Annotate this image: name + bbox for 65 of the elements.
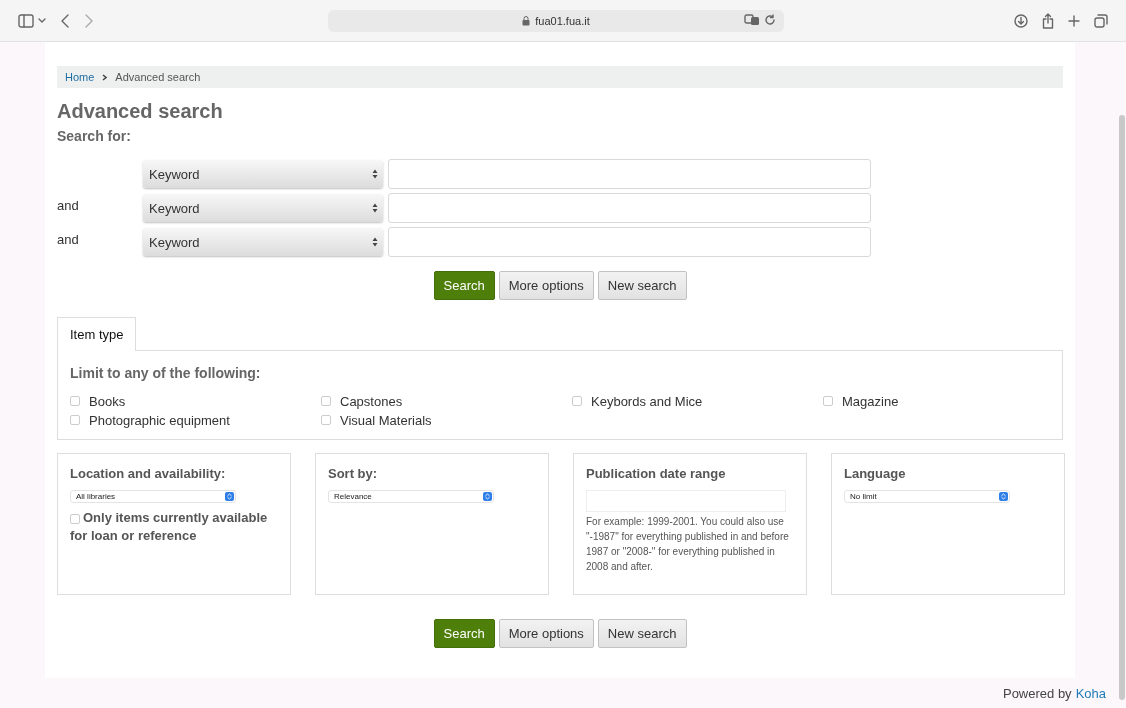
panel-heading: Publication date range <box>586 466 727 483</box>
checkbox[interactable] <box>70 396 80 406</box>
plus-icon[interactable] <box>1068 14 1080 27</box>
date-range-hint: For example: 1999-2001. You could also use "-1987" for everything published in and before 1987 or "2008-" for everything published in 2008 and after. <box>586 515 790 574</box>
search-button[interactable]: Search <box>433 271 495 300</box>
checkbox-label[interactable]: Magazine <box>842 393 899 409</box>
search-for-label: Search for: <box>57 128 132 146</box>
checkbox-label[interactable]: Photographic equipment <box>89 412 230 428</box>
checkbox[interactable] <box>823 396 833 406</box>
panel-heading: Sort by: <box>328 466 379 483</box>
panel-heading: Language <box>844 466 907 483</box>
tabs-icon[interactable] <box>1094 13 1108 28</box>
dropdown-knob-icon <box>225 492 234 501</box>
secondary-button[interactable]: More options <box>498 271 594 300</box>
dropdown-knob-icon <box>999 492 1008 501</box>
updown-arrows-icon <box>372 237 378 247</box>
search-input[interactable] <box>388 227 871 257</box>
operator-label: and <box>57 232 79 247</box>
download-icon[interactable] <box>1014 13 1028 28</box>
tab[interactable]: Item type <box>57 317 137 351</box>
share-icon[interactable] <box>1042 12 1054 29</box>
checkbox-label[interactable]: Keybords and Mice <box>591 393 703 409</box>
updown-arrows-icon <box>372 203 378 213</box>
secondary-button[interactable]: New search <box>597 271 687 300</box>
checkbox[interactable] <box>321 415 331 425</box>
checkbox-label[interactable]: Books <box>89 393 126 409</box>
updown-arrows-icon <box>372 169 378 179</box>
sidebar-icon[interactable] <box>18 13 34 28</box>
field-select[interactable]: Keyword <box>143 194 383 222</box>
search-button[interactable]: Search <box>433 619 495 648</box>
scrollbar-thumb[interactable] <box>1119 115 1125 700</box>
url-text: fua01.fua.it <box>535 14 590 27</box>
field-select[interactable]: Keyword <box>143 160 383 188</box>
lock-icon <box>522 15 531 26</box>
search-input[interactable] <box>388 193 871 223</box>
checkbox-label[interactable]: Visual Materials <box>340 412 432 428</box>
breadcrumb-link[interactable]: Home <box>65 71 95 83</box>
library-select[interactable]: All libraries <box>70 490 236 503</box>
reload-icon[interactable] <box>764 13 776 26</box>
limit-heading: Limit to any of the following: <box>70 365 262 383</box>
secondary-button[interactable]: New search <box>597 619 687 648</box>
field-select[interactable]: Keyword <box>143 228 383 256</box>
secondary-button[interactable]: More options <box>498 619 594 648</box>
language-select[interactable]: No limit <box>844 490 1010 503</box>
checkbox[interactable] <box>321 396 331 406</box>
search-input[interactable] <box>388 159 871 189</box>
dropdown-knob-icon <box>483 492 492 501</box>
checkbox-label[interactable]: Only items currently available for loan or reference <box>70 509 278 545</box>
footer-link[interactable]: Koha <box>1075 686 1106 701</box>
checkbox[interactable] <box>70 514 80 524</box>
breadcrumb-current: Advanced search <box>115 71 201 83</box>
checkbox-label[interactable]: Capstones <box>340 393 403 409</box>
checkbox[interactable] <box>70 415 80 425</box>
checkbox[interactable] <box>572 396 582 406</box>
page-title: Advanced search <box>57 99 224 124</box>
back-icon[interactable] <box>60 13 70 28</box>
operator-label: and <box>57 198 79 213</box>
address-bar[interactable]: fua01.fua.it <box>328 9 784 32</box>
footer-text: Powered by <box>1002 686 1072 701</box>
panel-heading: Location and availability: <box>70 466 227 483</box>
sort-select[interactable]: Relevance <box>328 490 494 503</box>
chevron-right-icon <box>102 73 108 81</box>
forward-icon[interactable] <box>84 13 94 28</box>
chevron-down-icon[interactable] <box>38 17 46 24</box>
translate-icon[interactable] <box>744 13 760 26</box>
